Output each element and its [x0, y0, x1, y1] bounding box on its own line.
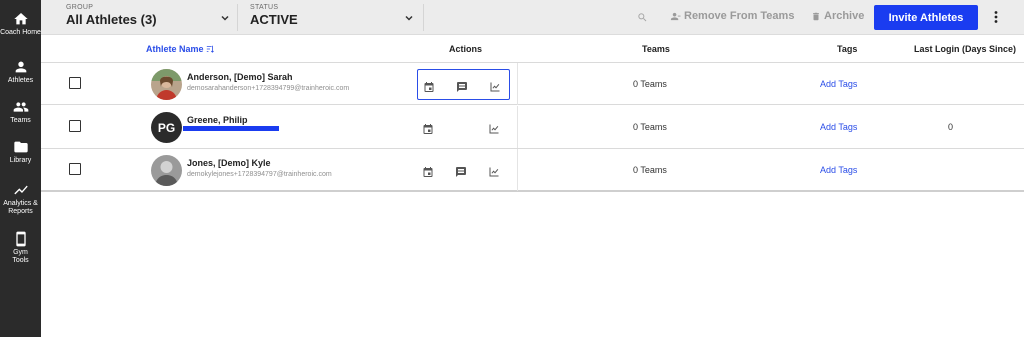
- sidebar-item-analytics-reports[interactable]: Analytics & Reports: [0, 182, 41, 216]
- message-icon[interactable]: [456, 80, 468, 92]
- chart-icon[interactable]: [488, 165, 500, 177]
- trash-icon: [813, 12, 819, 20]
- tablet-icon: [15, 231, 26, 247]
- chevron-down-icon: [221, 15, 229, 21]
- row-checkbox[interactable]: [69, 120, 81, 132]
- add-tags-link[interactable]: Add Tags: [820, 79, 857, 89]
- divider: [237, 4, 238, 31]
- actions-header: Actions: [449, 44, 483, 54]
- group-icon: [13, 102, 28, 112]
- teams-header: Teams: [642, 44, 670, 54]
- search-icon[interactable]: [637, 12, 648, 23]
- sort-icon: [206, 45, 214, 53]
- sidebar-item-label: Teams: [10, 117, 31, 124]
- archive-button[interactable]: Archive: [811, 10, 864, 22]
- tags-header: Tags: [837, 44, 858, 54]
- table-row: PG Greene, Philip 0 Teams Add Tags 0: [41, 106, 1024, 149]
- sidebar-item-library[interactable]: Library: [0, 139, 41, 165]
- folder-icon: [13, 141, 28, 153]
- sidebar-item-gym-tools[interactable]: Gym Tools: [0, 231, 41, 265]
- status-select[interactable]: STATUS ACTIVE: [250, 0, 415, 35]
- sidebar-item-label: Analytics & Reports: [3, 200, 38, 215]
- app: Coach Home Athletes Teams Library Analyt…: [0, 0, 1024, 337]
- calendar-icon[interactable]: [422, 122, 434, 134]
- row-actions: [417, 112, 510, 143]
- athlete-email: demokylejones+1728394797@trainheroic.com: [187, 171, 332, 178]
- table-header: Athlete Name Actions Teams Tags Last Log…: [41, 36, 1024, 62]
- status-value: ACTIVE: [250, 12, 298, 27]
- sidebar-item-athletes[interactable]: Athletes: [0, 59, 41, 85]
- row-checkbox[interactable]: [69, 77, 81, 89]
- status-caption: STATUS: [250, 4, 279, 11]
- teams-count: 0 Teams: [633, 122, 667, 132]
- remove-from-teams-button[interactable]: Remove From Teams: [670, 10, 794, 22]
- add-tags-link[interactable]: Add Tags: [820, 165, 857, 175]
- calendar-icon[interactable]: [423, 80, 435, 92]
- archive-label: Archive: [824, 10, 865, 22]
- divider: [517, 63, 518, 105]
- avatar: [151, 69, 182, 100]
- sidebar-item-label: Library: [9, 157, 32, 164]
- athlete-name-header-label: Athlete Name: [146, 44, 204, 54]
- athlete-name[interactable]: Anderson, [Demo] Sarah: [187, 72, 293, 82]
- athlete-name-header[interactable]: Athlete Name: [146, 44, 214, 54]
- chart-icon[interactable]: [488, 122, 500, 134]
- last-login-header: Last Login (Days Since): [914, 44, 1017, 54]
- person-remove-icon: [670, 12, 681, 20]
- chevron-down-icon: [405, 15, 413, 21]
- group-value: All Athletes (3): [66, 12, 157, 27]
- teams-count: 0 Teams: [633, 165, 667, 175]
- home-icon: [13, 13, 28, 25]
- divider: [423, 4, 424, 31]
- athletes-table: Athlete Name Actions Teams Tags Last Log…: [41, 36, 1024, 192]
- row-actions: [417, 69, 510, 100]
- trend-icon: [13, 185, 28, 195]
- person-icon: [15, 61, 26, 73]
- athlete-name[interactable]: Jones, [Demo] Kyle: [187, 158, 271, 168]
- avatar: [151, 155, 182, 186]
- more-vertical-icon[interactable]: [991, 10, 1001, 24]
- sidebar-item-coach-home[interactable]: Coach Home: [0, 11, 41, 37]
- group-select[interactable]: GROUP All Athletes (3): [66, 0, 231, 35]
- row-checkbox[interactable]: [69, 163, 81, 175]
- sidebar-item-label: Coach Home: [0, 29, 41, 36]
- divider: [517, 149, 518, 191]
- sidebar: Coach Home Athletes Teams Library Analyt…: [0, 0, 41, 337]
- row-actions: [417, 155, 510, 186]
- redacted-email: [183, 126, 279, 131]
- athlete-email: demosarahanderson+1728394799@trainheroic…: [187, 85, 350, 92]
- group-caption: GROUP: [66, 4, 94, 11]
- chart-icon[interactable]: [489, 80, 501, 92]
- toolbar: GROUP All Athletes (3) STATUS ACTIVE Rem…: [41, 0, 1024, 35]
- table-row: Jones, [Demo] Kyle demokylejones+1728394…: [41, 149, 1024, 192]
- avatar: PG: [151, 112, 182, 143]
- message-icon[interactable]: [455, 165, 467, 177]
- last-login-value: 0: [948, 122, 954, 132]
- divider: [517, 106, 518, 148]
- sidebar-item-label: Gym Tools: [12, 249, 29, 264]
- table-row: Anderson, [Demo] Sarah demosarahanderson…: [41, 62, 1024, 105]
- sidebar-item-teams[interactable]: Teams: [0, 99, 41, 125]
- athlete-name[interactable]: Greene, Philip: [187, 115, 248, 125]
- invite-athletes-button[interactable]: Invite Athletes: [874, 5, 978, 30]
- calendar-icon[interactable]: [422, 165, 434, 177]
- add-tags-link[interactable]: Add Tags: [820, 122, 857, 132]
- sidebar-item-label: Athletes: [7, 77, 34, 84]
- teams-count: 0 Teams: [633, 79, 667, 89]
- remove-from-teams-label: Remove From Teams: [684, 10, 795, 22]
